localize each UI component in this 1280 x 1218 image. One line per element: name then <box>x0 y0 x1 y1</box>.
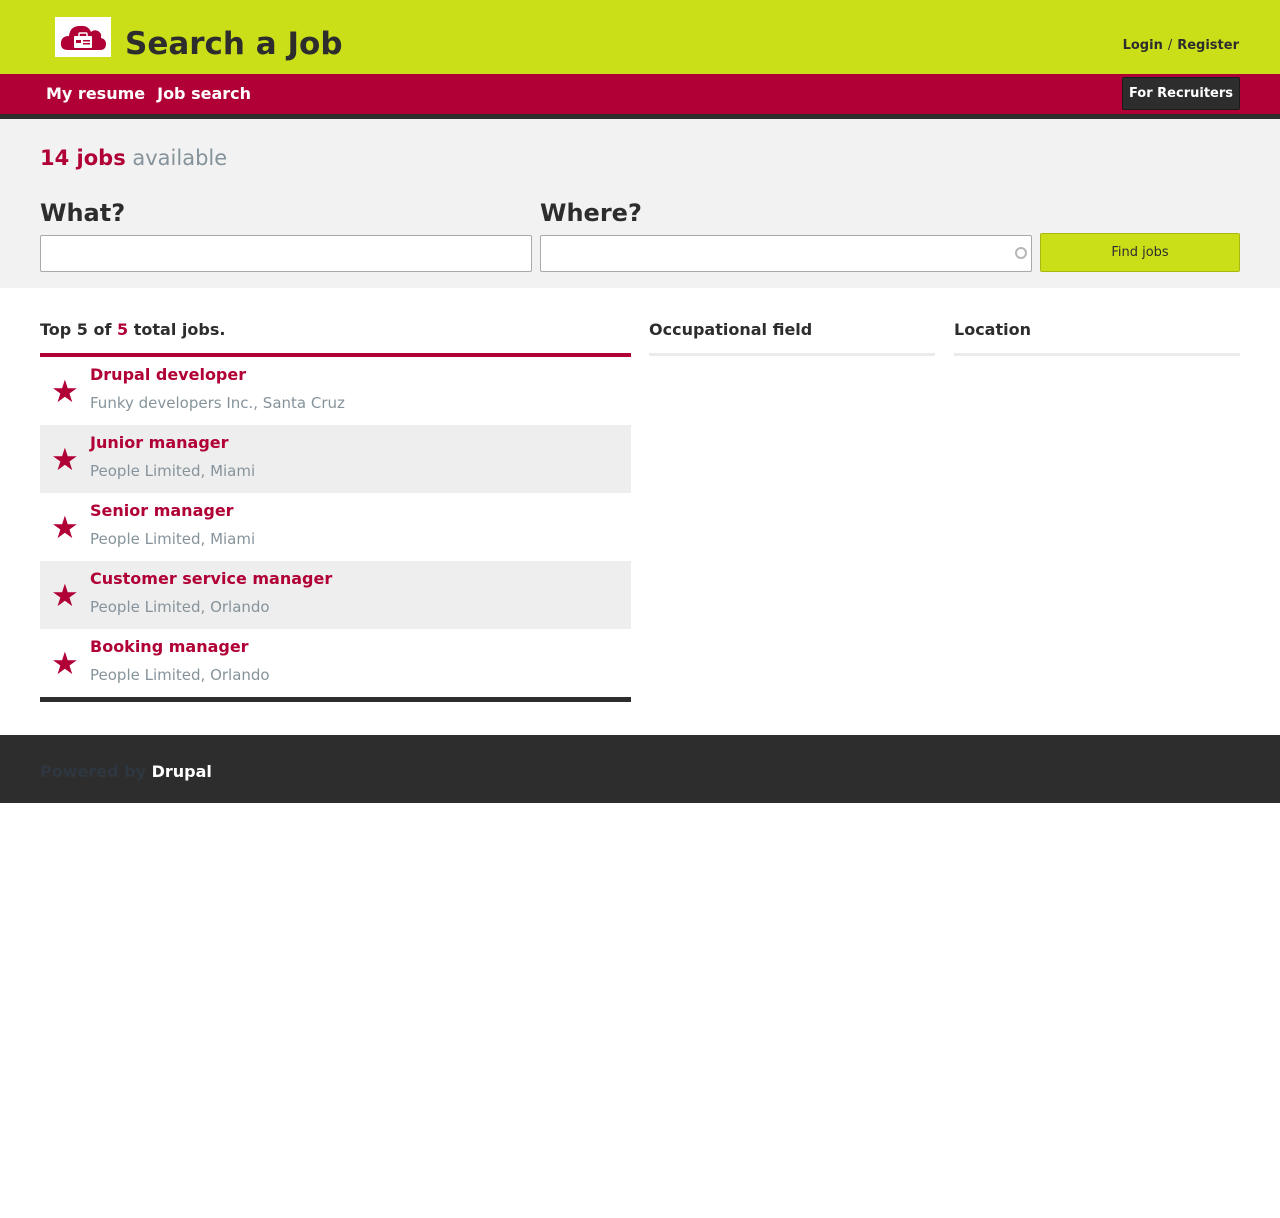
site-footer: Powered by Drupal <box>0 735 1280 803</box>
job-title[interactable]: Booking manager <box>90 637 249 656</box>
results-heading-post: total jobs. <box>133 320 226 339</box>
register-link[interactable]: Register <box>1177 38 1239 53</box>
job-company-location: People Limited, Orlando <box>90 598 270 616</box>
what-label: What? <box>40 199 126 227</box>
for-recruiters-button[interactable]: For Recruiters <box>1121 77 1240 110</box>
results-heading-pre: Top 5 of <box>40 320 112 339</box>
powered-by-label: Powered by <box>40 762 146 781</box>
jobs-available: 14 jobs available <box>40 146 227 170</box>
where-input[interactable] <box>540 235 1032 272</box>
job-title[interactable]: Junior manager <box>90 433 229 452</box>
star-icon: ★ <box>51 646 79 682</box>
star-icon: ★ <box>51 578 79 614</box>
autocomplete-throbber-icon <box>1015 247 1027 259</box>
login-register: Login / Register <box>1123 38 1239 53</box>
site-header: Search a Job Login / Register <box>0 0 1280 74</box>
where-label: Where? <box>540 199 642 227</box>
star-icon: ★ <box>51 374 79 410</box>
occupational-field-title: Occupational field <box>649 320 813 339</box>
results-heading-count: 5 <box>117 320 129 339</box>
find-jobs-button[interactable]: Find jobs <box>1040 233 1240 272</box>
job-row[interactable]: ★ Booking manager People Limited, Orland… <box>40 629 631 697</box>
job-row[interactable]: ★ Senior manager People Limited, Miami <box>40 493 631 561</box>
nav-item-my-resume[interactable]: My resume <box>46 84 145 103</box>
results-heading: Top 5 of 5 total jobs. <box>40 320 631 353</box>
search-panel: 14 jobs available What? Where? Find jobs <box>0 119 1280 288</box>
login-link[interactable]: Login <box>1123 38 1163 53</box>
login-separator: / <box>1167 38 1173 53</box>
job-company-location: People Limited, Orlando <box>90 666 270 684</box>
cloud-briefcase-icon <box>60 25 106 50</box>
job-company-location: People Limited, Miami <box>90 462 256 480</box>
location-title: Location <box>954 320 1031 339</box>
job-title[interactable]: Customer service manager <box>90 569 332 588</box>
occupational-field-facet: Occupational field <box>649 320 935 356</box>
site-title[interactable]: Search a Job <box>125 24 343 64</box>
job-row[interactable]: ★ Customer service manager People Limite… <box>40 561 631 629</box>
job-company-location: Funky developers Inc., Santa Cruz <box>90 394 345 412</box>
facet-divider <box>649 353 935 356</box>
results-section: Top 5 of 5 total jobs. ★ Drupal develope… <box>40 320 631 702</box>
star-icon: ★ <box>51 442 79 478</box>
star-icon: ★ <box>51 510 79 546</box>
location-facet: Location <box>954 320 1240 356</box>
nav-item-job-search[interactable]: Job search <box>157 84 251 103</box>
job-company-location: People Limited, Miami <box>90 530 256 548</box>
job-title[interactable]: Senior manager <box>90 501 234 520</box>
main-nav: My resume Job search For Recruiters <box>0 74 1280 114</box>
what-input[interactable] <box>40 235 532 272</box>
jobs-count: 14 jobs <box>40 146 126 170</box>
site-logo[interactable] <box>55 17 111 57</box>
available-label: available <box>132 146 228 170</box>
facet-divider <box>954 353 1240 356</box>
drupal-link[interactable]: Drupal <box>152 762 212 781</box>
job-title[interactable]: Drupal developer <box>90 365 246 384</box>
job-list: ★ Drupal developer Funky developers Inc.… <box>40 353 631 702</box>
job-row[interactable]: ★ Drupal developer Funky developers Inc.… <box>40 357 631 425</box>
powered-by: Powered by Drupal <box>40 762 212 781</box>
nav-links: My resume Job search <box>46 84 251 103</box>
job-row[interactable]: ★ Junior manager People Limited, Miami <box>40 425 631 493</box>
